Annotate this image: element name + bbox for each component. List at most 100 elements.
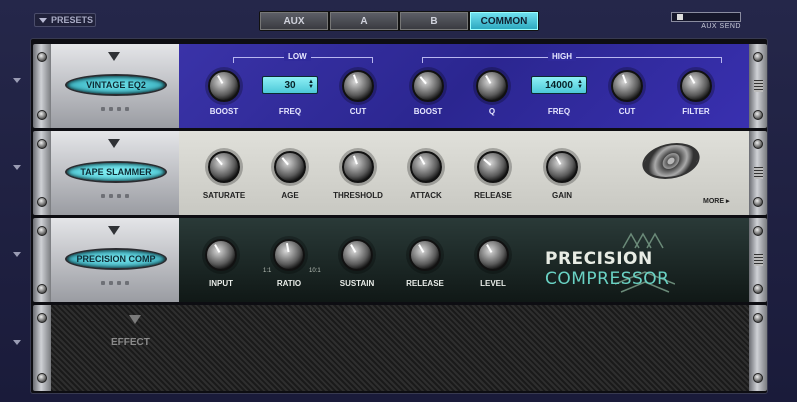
saturate-knob[interactable] (208, 151, 240, 183)
screw-icon (753, 313, 763, 323)
eq-control-panel: LOW HIGH BOOST 30 ▲ ▼ FREQ CUT BOOST Q 14… (179, 44, 749, 128)
slot-3-menu-arrow-icon[interactable] (13, 252, 21, 257)
comp-face-plate: PRECISION COMP (51, 218, 179, 302)
preset-dots (101, 107, 129, 111)
high-cut-label: CUT (618, 107, 636, 116)
effect-mode-tabs: AUX A B COMMON (259, 11, 539, 31)
gain-knob[interactable] (546, 151, 578, 183)
threshold-knob[interactable] (342, 151, 374, 183)
screw-icon (753, 52, 763, 62)
rack-ear-left (33, 44, 51, 128)
selector-pointer-icon (108, 226, 120, 235)
spin-arrows-icon[interactable]: ▲ ▼ (577, 79, 583, 90)
precision-comp-unit: PRECISION COMP INPUT 1:1 10:1 RATIO SUST… (33, 218, 767, 302)
selector-pointer-icon (129, 315, 141, 324)
high-cut-knob[interactable] (611, 70, 643, 102)
presets-button[interactable]: PRESETS (34, 13, 96, 27)
threshold-label: THRESHOLD (333, 191, 383, 200)
level-knob[interactable] (477, 239, 509, 271)
tab-common[interactable]: COMMON (470, 12, 538, 30)
screw-icon (37, 52, 47, 62)
rack-ear-right (749, 218, 767, 302)
ratio-max-label: 10:1 (309, 268, 321, 274)
sustain-label: SUSTAIN (339, 279, 375, 288)
attack-knob[interactable] (410, 151, 442, 183)
compressor-title: PRECISION COMPRESSOR (545, 249, 749, 289)
screw-icon (753, 284, 763, 294)
high-freq-display[interactable]: 14000 ▲ ▼ (531, 76, 587, 94)
eq-model-selector[interactable]: VINTAGE EQ2 (65, 74, 167, 96)
rack-ear-left (33, 305, 51, 391)
selector-pointer-icon (108, 52, 120, 61)
tape-reel-icon (637, 143, 705, 179)
input-label: INPUT (209, 279, 233, 288)
slot-4-menu-arrow-icon[interactable] (13, 340, 21, 345)
high-freq-label: FREQ (547, 107, 571, 116)
title-word-compressor: COMPRESSOR (545, 269, 670, 289)
effects-rack: VINTAGE EQ2 LOW HIGH BOOST 30 ▲ ▼ FREQ CU… (30, 38, 768, 394)
sustain-knob[interactable] (341, 239, 373, 271)
low-group-label: LOW (284, 52, 311, 61)
low-freq-value: 30 (284, 79, 296, 91)
high-boost-knob[interactable] (412, 70, 444, 102)
rack-ear-left (33, 218, 51, 302)
rack-ear-right (749, 131, 767, 215)
screw-icon (37, 110, 47, 120)
level-label: LEVEL (480, 279, 506, 288)
saturate-label: SATURATE (202, 191, 246, 200)
rack-ear-left (33, 131, 51, 215)
release-knob[interactable] (409, 239, 441, 271)
vintage-eq-unit: VINTAGE EQ2 LOW HIGH BOOST 30 ▲ ▼ FREQ CU… (33, 44, 767, 128)
high-q-label: Q (488, 107, 496, 116)
screw-icon (37, 284, 47, 294)
high-boost-label: BOOST (413, 107, 443, 116)
low-boost-knob[interactable] (208, 70, 240, 102)
tape-model-selector[interactable]: TAPE SLAMMER (65, 161, 167, 183)
screw-icon (37, 139, 47, 149)
drag-grip-icon[interactable] (754, 167, 763, 179)
triangle-down-icon (39, 17, 47, 23)
high-freq-value: 14000 (545, 79, 573, 91)
comp-model-selector[interactable]: PRECISION COMP (65, 248, 167, 270)
screw-icon (37, 226, 47, 236)
ratio-label: RATIO (276, 279, 302, 288)
aux-send-slider[interactable] (671, 12, 741, 22)
high-group-label: HIGH (548, 52, 576, 61)
screw-icon (37, 373, 47, 383)
low-cut-knob[interactable] (342, 70, 374, 102)
title-word-precision: PRECISION (545, 249, 653, 269)
low-freq-label: FREQ (278, 107, 302, 116)
screw-icon (753, 110, 763, 120)
tape-slammer-unit: TAPE SLAMMER SATURATE AGE THRESHOLD ATTA… (33, 131, 767, 215)
gain-label: GAIN (552, 191, 572, 200)
input-knob[interactable] (205, 239, 237, 271)
screw-icon (37, 197, 47, 207)
release-label: RELEASE (406, 279, 444, 288)
drag-grip-icon[interactable] (754, 80, 763, 92)
effect-slot-label[interactable]: EFFECT (111, 337, 150, 348)
age-knob[interactable] (274, 151, 306, 183)
slot-1-menu-arrow-icon[interactable] (13, 78, 21, 83)
spin-arrows-icon[interactable]: ▲ ▼ (308, 79, 314, 90)
filter-knob[interactable] (680, 70, 712, 102)
low-cut-label: CUT (349, 107, 367, 116)
tab-b[interactable]: B (400, 12, 468, 30)
tab-a[interactable]: A (330, 12, 398, 30)
age-label: AGE (281, 191, 299, 200)
more-button[interactable]: MORE ▸ (703, 197, 729, 205)
attack-label: ATTACK (410, 191, 442, 200)
amp-effects-rack-window: PRESETS AUX A B COMMON AUX SEND VINTAGE … (0, 0, 797, 402)
drag-grip-icon[interactable] (754, 254, 763, 266)
empty-effect-slot[interactable]: EFFECT (33, 305, 767, 391)
tab-aux[interactable]: AUX (260, 12, 328, 30)
low-freq-display[interactable]: 30 ▲ ▼ (262, 76, 318, 94)
screw-icon (753, 226, 763, 236)
release-knob[interactable] (477, 151, 509, 183)
slot-2-menu-arrow-icon[interactable] (13, 165, 21, 170)
ratio-knob[interactable] (273, 239, 305, 271)
presets-label: PRESETS (51, 15, 94, 25)
aux-send-slider-handle[interactable] (677, 14, 683, 20)
aux-send-control: AUX SEND (671, 12, 741, 30)
high-q-knob[interactable] (476, 70, 508, 102)
rack-ear-right (749, 305, 767, 391)
